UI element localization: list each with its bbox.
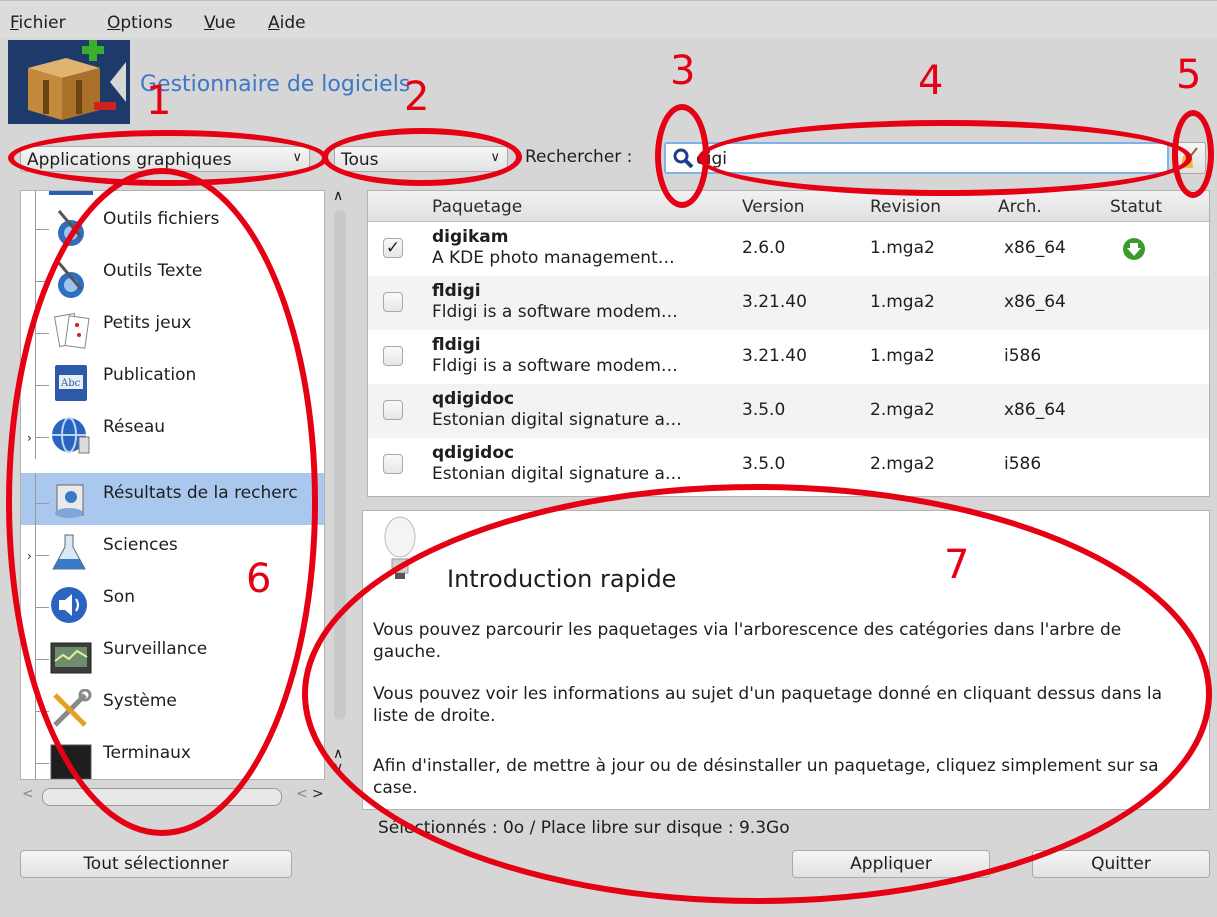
column-header[interactable]: Paquetage	[432, 197, 522, 217]
package-version: 3.21.40	[742, 346, 807, 366]
menu-aide[interactable]: Aide	[268, 13, 306, 33]
column-header[interactable]: Revision	[870, 197, 941, 217]
package-name: digikam	[432, 227, 509, 247]
package-version: 2.6.0	[742, 238, 786, 258]
menu-vue[interactable]: Vue	[204, 13, 236, 33]
quit-button[interactable]: Quitter	[1032, 850, 1210, 878]
package-description: A KDE photo management…	[432, 248, 675, 268]
annotation-number: 2	[404, 74, 430, 120]
package-arch: x86_64	[1004, 400, 1066, 420]
package-arch: i586	[1004, 454, 1042, 474]
package-checkbox[interactable]	[383, 346, 403, 366]
package-name: qdigidoc	[432, 389, 515, 409]
annotation-number: 1	[146, 78, 172, 124]
annotation-ellipse-2	[322, 128, 522, 186]
package-name: qdigidoc	[432, 443, 515, 463]
table-row[interactable]: fldigi Fldigi is a software modem… 3.21.…	[368, 276, 1209, 330]
table-row[interactable]: ✓ digikam A KDE photo management… 2.6.0 …	[368, 222, 1209, 276]
annotation-ellipse-6	[6, 168, 318, 836]
annotation-number: 3	[670, 48, 696, 94]
package-arch: x86_64	[1004, 238, 1066, 258]
annotation-number: 7	[944, 542, 970, 588]
annotation-ellipse-4	[698, 120, 1192, 196]
package-revision: 2.mga2	[870, 454, 935, 474]
package-name: fldigi	[432, 335, 481, 355]
package-checkbox[interactable]	[383, 400, 403, 420]
package-arch: x86_64	[1004, 292, 1066, 312]
header-pointer	[110, 62, 126, 102]
package-description: Estonian digital signature a…	[432, 464, 682, 484]
scroll-right-icon[interactable]: >	[312, 786, 324, 802]
package-version: 3.5.0	[742, 400, 786, 420]
package-description: Fldigi is a software modem…	[432, 356, 678, 376]
package-table[interactable]: Paquetage Version Revision Arch. Statut …	[367, 190, 1210, 497]
table-header: Paquetage Version Revision Arch. Statut	[368, 191, 1209, 222]
package-revision: 2.mga2	[870, 400, 935, 420]
package-revision: 1.mga2	[870, 346, 935, 366]
package-version: 3.5.0	[742, 454, 786, 474]
annotation-ellipse-5	[1172, 110, 1214, 198]
search-label: Rechercher :	[525, 147, 633, 167]
package-version: 3.21.40	[742, 292, 807, 312]
column-header[interactable]: Statut	[1110, 197, 1162, 217]
select-all-button[interactable]: Tout sélectionner	[20, 850, 292, 878]
annotation-ellipse-7	[302, 484, 1212, 904]
annotation-number: 6	[246, 556, 272, 602]
scroll-up-icon[interactable]: ∧	[333, 188, 343, 204]
package-name: fldigi	[432, 281, 481, 301]
package-revision: 1.mga2	[870, 292, 935, 312]
page-title: Gestionnaire de logiciels	[140, 72, 411, 97]
table-row[interactable]: fldigi Fldigi is a software modem… 3.21.…	[368, 330, 1209, 384]
package-checkbox[interactable]	[383, 292, 403, 312]
package-description: Fldigi is a software modem…	[432, 302, 678, 322]
package-revision: 1.mga2	[870, 238, 935, 258]
scroll-left-icon[interactable]: <	[296, 786, 308, 802]
annotation-number: 4	[918, 58, 944, 104]
install-icon	[1123, 238, 1145, 260]
menu-fichier[interactable]: Fichier	[10, 13, 66, 33]
menu-options[interactable]: Options	[107, 13, 173, 33]
column-header[interactable]: Version	[742, 197, 805, 217]
package-arch: i586	[1004, 346, 1042, 366]
package-checkbox[interactable]	[383, 454, 403, 474]
column-header[interactable]: Arch.	[998, 197, 1042, 217]
package-checkbox[interactable]: ✓	[383, 238, 403, 258]
package-description: Estonian digital signature a…	[432, 410, 682, 430]
table-row[interactable]: qdigidoc Estonian digital signature a… 3…	[368, 384, 1209, 438]
annotation-number: 5	[1176, 52, 1202, 98]
scroll-left-icon[interactable]: <	[22, 786, 34, 802]
menu-bar: Fichier Options Vue Aide	[0, 0, 1217, 39]
